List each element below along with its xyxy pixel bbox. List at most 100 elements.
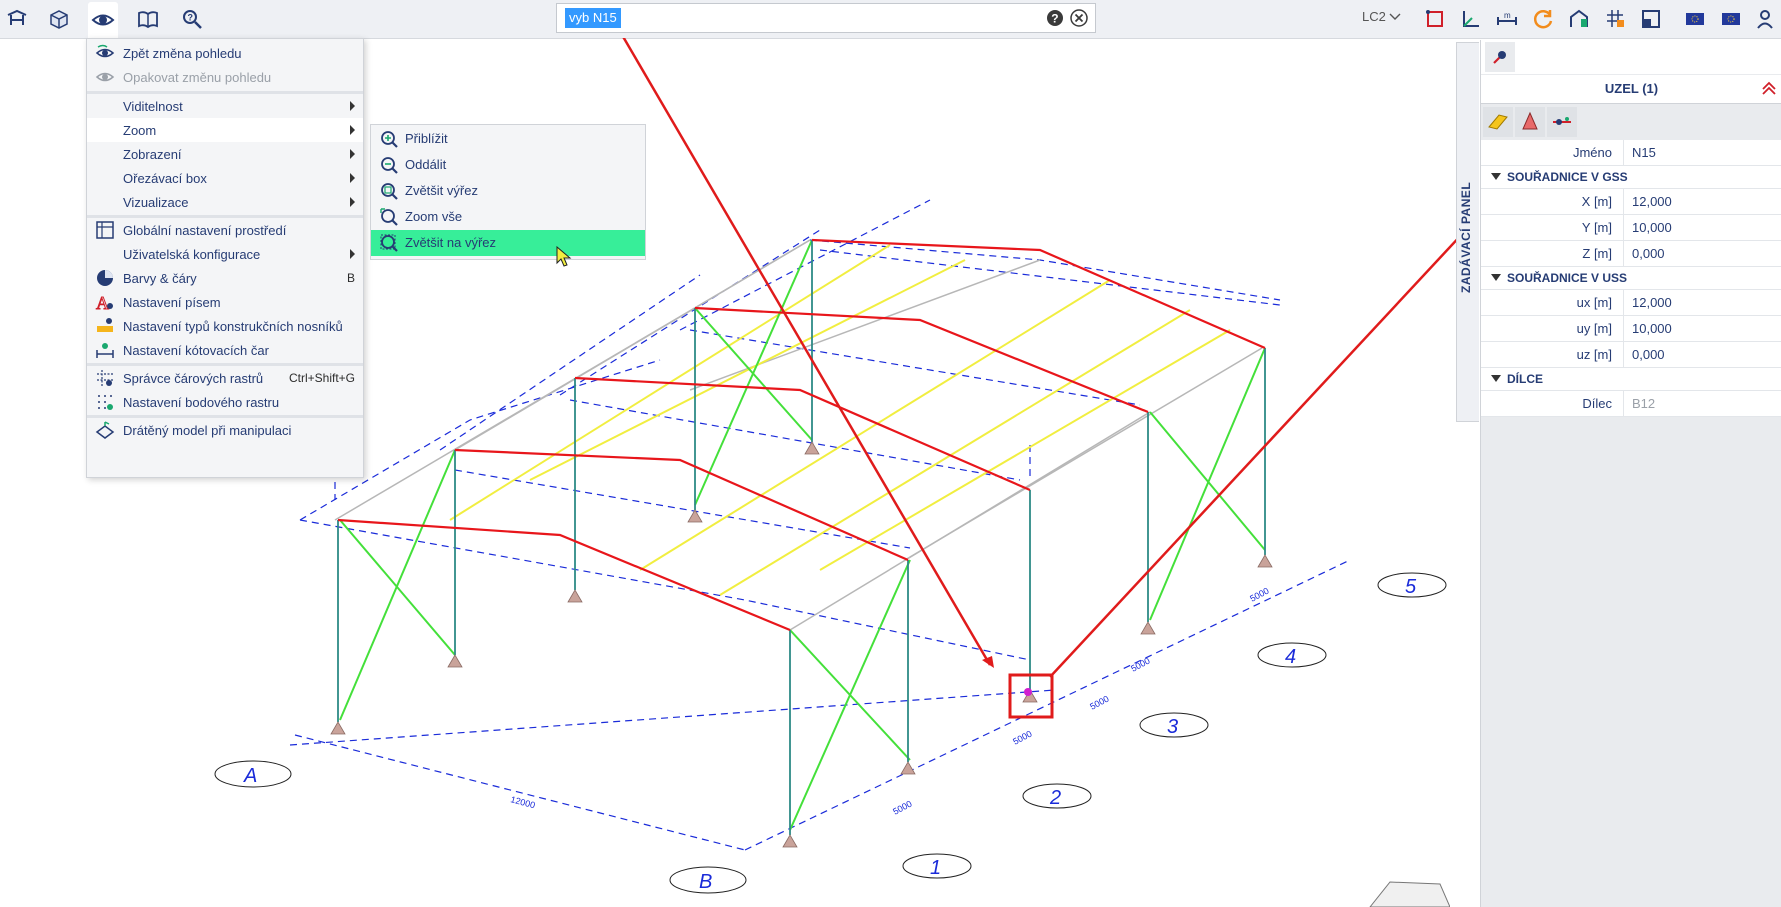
menu-item-beam-types[interactable]: Nastavení typů konstrukčních nosníků bbox=[87, 314, 363, 338]
command-search-box[interactable]: vyb N15 ? bbox=[556, 3, 1096, 33]
purlins bbox=[449, 244, 1231, 596]
menu-item-display[interactable]: Zobrazení bbox=[87, 142, 363, 166]
panel-action-buttons bbox=[1481, 104, 1781, 140]
menu-item-zoom[interactable]: Zoom bbox=[87, 118, 363, 142]
property-value-z[interactable]: 0,000 bbox=[1623, 241, 1781, 266]
menu-item-visibility[interactable]: Viditelnost bbox=[87, 94, 363, 118]
supports bbox=[330, 441, 1273, 848]
support-action-button[interactable] bbox=[1515, 107, 1545, 137]
chevron-right-icon bbox=[350, 249, 355, 259]
menu-item-colors-lines[interactable]: Barvy & čáry B bbox=[87, 266, 363, 290]
property-value-uz[interactable]: 0,000 bbox=[1623, 342, 1781, 367]
dimension-4: 5000 bbox=[1129, 656, 1151, 674]
view-cube[interactable] bbox=[1360, 870, 1450, 907]
section-parts[interactable]: DÍLCE bbox=[1481, 368, 1781, 391]
roof-edge-lines bbox=[334, 239, 1263, 631]
grid-axis-labels: A B 1 2 3 4 5 bbox=[214, 572, 1447, 894]
menu-item-global-settings[interactable]: Globální nastavení prostředí bbox=[87, 218, 363, 242]
dimension-icon[interactable]: m bbox=[1492, 4, 1522, 34]
property-value-x[interactable]: 12,000 bbox=[1623, 189, 1781, 214]
grid-label-5: 5 bbox=[1405, 576, 1417, 598]
annotation-arrowhead bbox=[982, 656, 994, 668]
load-case-selector[interactable]: LC2 bbox=[1362, 9, 1401, 24]
menu-item-font-settings[interactable]: A Nastavení písem bbox=[87, 290, 363, 314]
node-connect-button[interactable] bbox=[1547, 107, 1577, 137]
selected-node-marker[interactable] bbox=[1024, 688, 1032, 696]
grid-icon[interactable] bbox=[1600, 4, 1630, 34]
grid-label-4: 4 bbox=[1285, 646, 1296, 668]
refresh-icon[interactable] bbox=[1528, 4, 1558, 34]
properties-panel: UZEL (1) Jméno N15 SOUŘADNICE V GSS X [m… bbox=[1480, 40, 1781, 907]
chevron-right-icon bbox=[350, 197, 355, 207]
property-value-uy[interactable]: 10,000 bbox=[1623, 316, 1781, 341]
dimension-labels: 12000 5000 5000 5000 5000 5000 bbox=[509, 586, 1270, 817]
node-connection-icon bbox=[1553, 117, 1571, 125]
flag-icon[interactable] bbox=[1680, 4, 1710, 34]
structure-icon[interactable] bbox=[2, 4, 32, 34]
dimension-2: 5000 bbox=[1011, 729, 1033, 747]
chevron-right-icon bbox=[350, 173, 355, 183]
side-tab-label: ZADÁVACÍ PANEL bbox=[1459, 181, 1473, 293]
section-uss[interactable]: SOUŘADNICE V USS bbox=[1481, 267, 1781, 290]
top-toolbar: ? vyb N15 ? LC2 m bbox=[0, 0, 1781, 39]
grid-label-1: 1 bbox=[930, 857, 941, 879]
user-icon[interactable] bbox=[1752, 4, 1781, 34]
close-icon[interactable] bbox=[1069, 8, 1089, 28]
columns bbox=[337, 240, 1266, 835]
chevron-right-icon bbox=[350, 101, 355, 111]
section-gss[interactable]: SOUŘADNICE V GSS bbox=[1481, 166, 1781, 189]
menu-item-dimension-lines[interactable]: Nastavení kótovacích čar bbox=[87, 338, 363, 362]
zoom-out-icon bbox=[381, 157, 398, 174]
3d-view-icon[interactable] bbox=[44, 4, 74, 34]
dimension-5: 5000 bbox=[1248, 586, 1270, 604]
redo-view-icon bbox=[95, 72, 115, 82]
annotation-arrow-node bbox=[622, 38, 992, 666]
input-panel-side-tab[interactable]: ZADÁVACÍ PANEL bbox=[1456, 42, 1479, 422]
wireframe-icon bbox=[95, 421, 115, 439]
dimension-3: 5000 bbox=[1088, 694, 1110, 712]
search-input[interactable] bbox=[565, 7, 1003, 27]
dimension-1: 5000 bbox=[891, 799, 913, 817]
help-icon[interactable]: ? bbox=[1045, 8, 1065, 28]
property-value-y[interactable]: 10,000 bbox=[1623, 215, 1781, 240]
rafters bbox=[337, 238, 1266, 632]
frame-icon[interactable] bbox=[1636, 4, 1666, 34]
flag-icon[interactable] bbox=[1716, 4, 1746, 34]
axis-icon[interactable] bbox=[1456, 4, 1486, 34]
menu-item-user-config[interactable]: Uživatelská konfigurace bbox=[87, 242, 363, 266]
chevron-right-icon bbox=[350, 125, 355, 135]
property-row-uz: uz [m] 0,000 bbox=[1481, 342, 1781, 368]
book-icon[interactable] bbox=[133, 4, 163, 34]
menu-item-undo-view[interactable]: Zpět změna pohledu bbox=[87, 41, 363, 65]
property-value-ux[interactable]: 12,000 bbox=[1623, 290, 1781, 315]
menu-item-redo-view: Opakovat změnu pohledu bbox=[87, 65, 363, 89]
search-help-icon[interactable]: ? bbox=[177, 4, 207, 34]
submenu-item-zoom-selection[interactable]: Zvětšit na výřez bbox=[371, 230, 645, 256]
property-row-z: Z [m] 0,000 bbox=[1481, 241, 1781, 267]
submenu-item-zoom-all[interactable]: Zoom vše bbox=[371, 204, 645, 230]
menu-item-wireframe[interactable]: Drátěný model při manipulaci bbox=[87, 418, 363, 442]
font-icon: A bbox=[96, 293, 113, 312]
submenu-item-zoom-out[interactable]: Oddálit bbox=[371, 152, 645, 178]
rectangle-icon[interactable] bbox=[1420, 4, 1450, 34]
collapse-icon[interactable] bbox=[1760, 79, 1778, 97]
menu-item-point-grid[interactable]: Nastavení bodového rastru bbox=[87, 390, 363, 414]
property-row-ux: ux [m] 12,000 bbox=[1481, 290, 1781, 316]
panel-pin-tab[interactable] bbox=[1485, 42, 1515, 72]
property-value-name[interactable]: N15 bbox=[1623, 140, 1781, 165]
submenu-item-zoom-in[interactable]: Přiblížit bbox=[371, 126, 645, 152]
pin-icon bbox=[1493, 51, 1506, 64]
menu-item-line-grid-manager[interactable]: Správce čárových rastrů Ctrl+Shift+G bbox=[87, 366, 363, 390]
point-grid-icon bbox=[98, 395, 113, 410]
grid-label-a: A bbox=[243, 765, 257, 787]
beam-action-button[interactable] bbox=[1483, 107, 1513, 137]
eye-icon[interactable] bbox=[88, 2, 118, 38]
menu-item-visualization[interactable]: Vizualizace bbox=[87, 190, 363, 214]
house-icon[interactable] bbox=[1564, 4, 1594, 34]
colors-icon bbox=[97, 270, 113, 286]
property-row-name: Jméno N15 bbox=[1481, 140, 1781, 166]
submenu-item-zoom-window[interactable]: Zvětšit výřez bbox=[371, 178, 645, 204]
svg-text:?: ? bbox=[1051, 12, 1058, 26]
menu-item-clipping-box[interactable]: Ořezávací box bbox=[87, 166, 363, 190]
dimension-line-icon bbox=[96, 343, 114, 358]
